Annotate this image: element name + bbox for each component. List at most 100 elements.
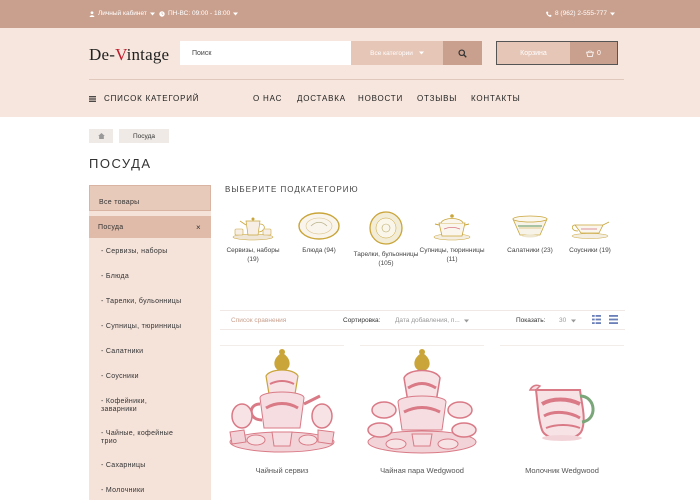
show-select[interactable]: 30: [559, 317, 577, 324]
phone-link[interactable]: 8 (962) 2-555-777: [546, 10, 616, 17]
sidebar-item-platters[interactable]: - Блюда: [89, 273, 211, 280]
caret-down-icon: [610, 12, 616, 15]
subcategory-label: Сервизы, наборы (19): [226, 247, 280, 263]
main-nav: СПИСОК КАТЕГОРИЙ О НАС ДОСТАВКА НОВОСТИ …: [0, 94, 700, 106]
subcategory-label: Супницы, тюринницы (11): [419, 247, 485, 263]
product-name[interactable]: Молочник Wedgwood: [500, 466, 624, 475]
header-divider: [89, 79, 624, 80]
subcategory-label: Блюда (94): [302, 247, 336, 254]
category-sidebar: Все товары Посуда × - Сервизы, наборы - …: [89, 185, 211, 500]
subcategory-label: Тарелки, бульонницы (105): [353, 251, 419, 267]
hamburger-icon: [89, 95, 96, 102]
top-bar: Личный кабинет ПН-ВС: 09:00 - 18:00 8 (9…: [0, 0, 700, 28]
account-label: Личный кабинет: [98, 10, 147, 17]
sidebar-item-tureens[interactable]: - Супницы, тюринницы: [89, 323, 211, 330]
caret-down-icon: [149, 12, 155, 15]
tea-set-icon: [232, 217, 274, 241]
sidebar-item-dishes[interactable]: Посуда ×: [89, 216, 211, 238]
subcategory-label: Соусники (19): [569, 247, 611, 254]
hours-label: ПН-ВС: 09:00 - 18:00: [168, 10, 231, 17]
breadcrumb-home[interactable]: [89, 129, 113, 143]
clock-icon: [159, 10, 165, 17]
header: De-Vintage Все категории Корзина 0 СПИСО…: [0, 28, 700, 117]
categories-menu-label: СПИСОК КАТЕГОРИЙ: [104, 94, 200, 103]
sort-select[interactable]: Дата добавления, п...: [395, 317, 469, 324]
sidebar-item-coffee-pots[interactable]: - Кофейники, заварники: [89, 398, 211, 414]
sidebar-item-sugar-bowls[interactable]: - Сахарницы: [89, 462, 211, 469]
basket-icon: [586, 49, 594, 57]
pink-tea-set-image[interactable]: [220, 346, 344, 458]
search-button[interactable]: [443, 41, 482, 65]
sidebar-item-all[interactable]: Все товары: [89, 185, 211, 211]
search-icon: [458, 48, 467, 58]
sidebar-item-plates[interactable]: - Тарелки, бульонницы: [89, 298, 211, 305]
sort-select-value: Дата добавления, п...: [395, 317, 460, 324]
caret-down-icon: [463, 319, 469, 322]
platter-icon: [298, 212, 340, 240]
nav-item-contacts[interactable]: КОНТАКТЫ: [471, 94, 521, 103]
sidebar-item-sets[interactable]: - Сервизы, наборы: [89, 248, 211, 255]
show-select-value: 30: [559, 317, 567, 324]
show-label: Показать:: [516, 317, 546, 324]
sidebar-item-salad-bowls[interactable]: - Салатники: [89, 348, 211, 355]
pink-tea-set-image[interactable]: [360, 346, 484, 458]
caret-down-icon: [418, 51, 424, 55]
product-name[interactable]: Чайная пара Wedgwood: [360, 466, 484, 475]
subcategory-platters[interactable]: Блюда (94): [286, 211, 352, 256]
salad-bowl-icon: [512, 215, 548, 238]
breadcrumb: Посуда: [89, 129, 169, 143]
logo-text-accent: V: [115, 45, 127, 64]
product-card[interactable]: Молочник Wedgwood: [500, 345, 624, 500]
collapse-icon[interactable]: ×: [196, 223, 201, 232]
logo-text-part1: De-: [89, 45, 116, 64]
logo[interactable]: De-Vintage: [89, 45, 169, 65]
sort-label: Сортировка:: [343, 317, 381, 324]
subcategory-plates[interactable]: Тарелки, бульонницы (105): [353, 211, 419, 268]
search-bar: Все категории: [180, 41, 482, 65]
tureen-icon: [433, 214, 471, 241]
subcategory-grid: Сервизы, наборы (19) Блюда (94) Тарелки,…: [220, 211, 615, 286]
list-view-icon[interactable]: [609, 315, 618, 324]
product-grid: Чайный сервиз Чайная пара Wedgwood Молоч…: [220, 345, 625, 500]
subcategory-label: Салатники (23): [507, 247, 553, 254]
product-name[interactable]: Чайный сервиз: [220, 466, 344, 475]
subcategory-heading: ВЫБЕРИТЕ ПОДКАТЕГОРИЮ: [225, 185, 359, 194]
sidebar-item-label: Посуда: [98, 224, 124, 231]
subcategory-sets[interactable]: Сервизы, наборы (19): [220, 211, 286, 264]
page-title: ПОСУДА: [89, 156, 152, 171]
caret-down-icon: [571, 319, 577, 322]
product-card[interactable]: Чайная пара Wedgwood: [360, 345, 484, 500]
compare-list-link[interactable]: Список сравнения: [231, 317, 286, 324]
cart-label: Корзина: [497, 42, 570, 64]
sort-toolbar: Список сравнения Сортировка: Дата добавл…: [220, 310, 625, 330]
sidebar-item-gravy-boats[interactable]: - Соусники: [89, 373, 211, 380]
plate-icon: [369, 211, 403, 245]
account-link[interactable]: Личный кабинет: [89, 10, 155, 17]
category-select[interactable]: Все категории: [351, 41, 443, 65]
subcategory-salad-bowls[interactable]: Салатники (23): [497, 211, 563, 256]
caret-down-icon: [233, 12, 239, 15]
nav-item-news[interactable]: НОВОСТИ: [358, 94, 403, 103]
grid-view-icon[interactable]: [592, 315, 601, 324]
subcategory-gravy-boats[interactable]: Соусники (19): [557, 211, 623, 256]
sidebar-item-milk-jugs[interactable]: - Молочники: [89, 487, 211, 494]
product-card[interactable]: Чайный сервиз: [220, 345, 344, 500]
home-icon: [97, 133, 105, 139]
logo-text-part2: intage: [126, 45, 170, 64]
working-hours[interactable]: ПН-ВС: 09:00 - 18:00: [159, 10, 239, 17]
gravy-boat-icon: [571, 221, 610, 239]
categories-menu-button[interactable]: СПИСОК КАТЕГОРИЙ: [89, 94, 199, 103]
pink-milk-jug-image[interactable]: [500, 346, 624, 458]
search-input[interactable]: [180, 41, 351, 65]
cart-count: 0: [597, 49, 601, 57]
category-select-label: Все категории: [370, 49, 413, 57]
sidebar-item-trios[interactable]: - Чайные, кофейные трио: [89, 430, 211, 446]
subcategory-tureens[interactable]: Супницы, тюринницы (11): [419, 211, 485, 264]
phone-icon: [546, 10, 552, 17]
cart-button[interactable]: Корзина 0: [496, 41, 618, 65]
nav-item-about[interactable]: О НАС: [253, 94, 282, 103]
nav-item-delivery[interactable]: ДОСТАВКА: [297, 94, 346, 103]
nav-item-reviews[interactable]: ОТЗЫВЫ: [417, 94, 457, 103]
user-icon: [89, 10, 95, 17]
breadcrumb-current: Посуда: [119, 129, 169, 143]
